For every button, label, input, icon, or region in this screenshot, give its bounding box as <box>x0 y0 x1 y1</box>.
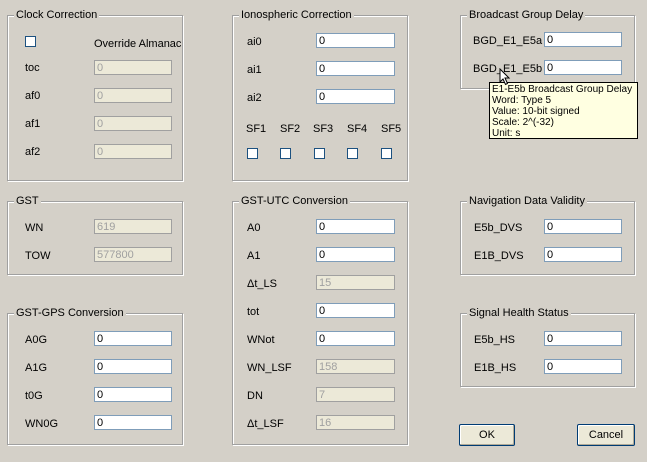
a1-label: A1 <box>247 250 261 262</box>
gst-title: GST <box>14 195 41 208</box>
af0-field[interactable] <box>94 88 172 103</box>
tooltip-line-value: Value: 10-bit signed <box>492 106 580 117</box>
wn-label: WN <box>25 222 44 234</box>
a0g-label: A0G <box>25 334 48 346</box>
tow-label: TOW <box>25 250 51 262</box>
override-almanac-checkbox[interactable] <box>25 36 36 47</box>
dt-ls-field[interactable] <box>316 275 395 290</box>
signal-health-status-group: Signal Health Status <box>460 307 635 387</box>
sf4-label: SF4 <box>347 123 368 135</box>
e5b-dvs-field[interactable] <box>544 219 622 234</box>
ai2-label: ai2 <box>247 92 262 104</box>
ok-button[interactable]: OK <box>459 424 515 446</box>
sf2-label: SF2 <box>280 123 301 135</box>
tooltip-line-unit: Unit: s <box>492 128 521 139</box>
wn0g-field[interactable] <box>94 415 172 430</box>
e5b-hs-field[interactable] <box>544 331 622 346</box>
tow-field[interactable] <box>94 247 172 262</box>
ionospheric-correction-title: Ionospheric Correction <box>239 9 354 22</box>
broadcast-group-delay-title: Broadcast Group Delay <box>467 9 586 22</box>
a0-label: A0 <box>247 222 261 234</box>
af2-label: af2 <box>25 146 41 158</box>
e5b-hs-label: E5b_HS <box>474 334 515 346</box>
e5b-dvs-label: E5b_DVS <box>474 222 523 234</box>
af2-field[interactable] <box>94 144 172 159</box>
sf1-checkbox[interactable] <box>247 148 258 159</box>
wnot-field[interactable] <box>316 331 395 346</box>
clock-correction-title: Clock Correction <box>14 9 100 22</box>
gst-group: GST <box>7 195 183 275</box>
dn-field[interactable] <box>316 387 395 402</box>
gst-utc-conversion-title: GST-UTC Conversion <box>239 195 350 208</box>
a1g-label: A1G <box>25 362 48 374</box>
signal-health-status-title: Signal Health Status <box>467 307 571 320</box>
tooltip-line-scale: Scale: 2^(-32) <box>492 117 554 128</box>
sf1-label: SF1 <box>246 123 267 135</box>
sf3-label: SF3 <box>313 123 334 135</box>
wnot-label: WNot <box>247 334 275 346</box>
dt-lsf-field[interactable] <box>316 415 395 430</box>
wn-lsf-field[interactable] <box>316 359 395 374</box>
bgd-e1-e5a-label: BGD_E1_E5a <box>473 35 543 47</box>
wn-field[interactable] <box>94 219 172 234</box>
gst-gps-conversion-title: GST-GPS Conversion <box>14 307 126 320</box>
af0-label: af0 <box>25 90 41 102</box>
tooltip-line-word: Word: Type 5 <box>492 95 552 106</box>
sf3-checkbox[interactable] <box>314 148 325 159</box>
toc-label: toc <box>25 62 40 74</box>
tot-label: tot <box>247 306 260 318</box>
e1b-dvs-field[interactable] <box>544 247 622 262</box>
sf5-label: SF5 <box>381 123 402 135</box>
bgd-e1-e5b-field[interactable] <box>544 60 622 75</box>
af1-field[interactable] <box>94 116 172 131</box>
e1b-hs-label: E1B_HS <box>474 362 517 374</box>
mouse-pointer-icon <box>499 68 511 86</box>
ai0-field[interactable] <box>316 33 395 48</box>
a1-field[interactable] <box>316 247 395 262</box>
tooltip-line-title: E1-E5b Broadcast Group Delay <box>492 84 633 95</box>
toc-field[interactable] <box>94 60 172 75</box>
af1-label: af1 <box>25 118 41 130</box>
e1b-dvs-label: E1B_DVS <box>474 250 524 262</box>
ai1-field[interactable] <box>316 61 395 76</box>
a1g-field[interactable] <box>94 359 172 374</box>
navigation-data-validity-title: Navigation Data Validity <box>467 195 587 208</box>
sf2-checkbox[interactable] <box>280 148 291 159</box>
t0g-label: t0G <box>25 390 43 402</box>
ai0-label: ai0 <box>247 36 262 48</box>
sf4-checkbox[interactable] <box>347 148 358 159</box>
t0g-field[interactable] <box>94 387 172 402</box>
override-almanac-label: Override Almanac <box>94 38 182 50</box>
a0g-field[interactable] <box>94 331 172 346</box>
wn0g-label: WN0G <box>25 418 58 430</box>
sf5-checkbox[interactable] <box>381 148 392 159</box>
e1b-hs-field[interactable] <box>544 359 622 374</box>
ai1-label: ai1 <box>247 64 262 76</box>
bgd-e1-e5b-tooltip: E1-E5b Broadcast Group Delay Word: Type … <box>489 82 638 139</box>
broadcast-group-delay-group: Broadcast Group Delay <box>460 9 635 89</box>
tot-field[interactable] <box>316 303 395 318</box>
bgd-e1-e5a-field[interactable] <box>544 32 622 47</box>
ai2-field[interactable] <box>316 89 395 104</box>
a0-field[interactable] <box>316 219 395 234</box>
cancel-button[interactable]: Cancel <box>577 424 635 446</box>
dn-label: DN <box>247 390 263 402</box>
dt-lsf-label: Δt_LSF <box>247 418 284 430</box>
dt-ls-label: Δt_LS <box>247 278 277 290</box>
navigation-data-validity-group: Navigation Data Validity <box>460 195 635 275</box>
gst-utc-conversion-group: GST-UTC Conversion <box>232 195 408 445</box>
wn-lsf-label: WN_LSF <box>247 362 292 374</box>
